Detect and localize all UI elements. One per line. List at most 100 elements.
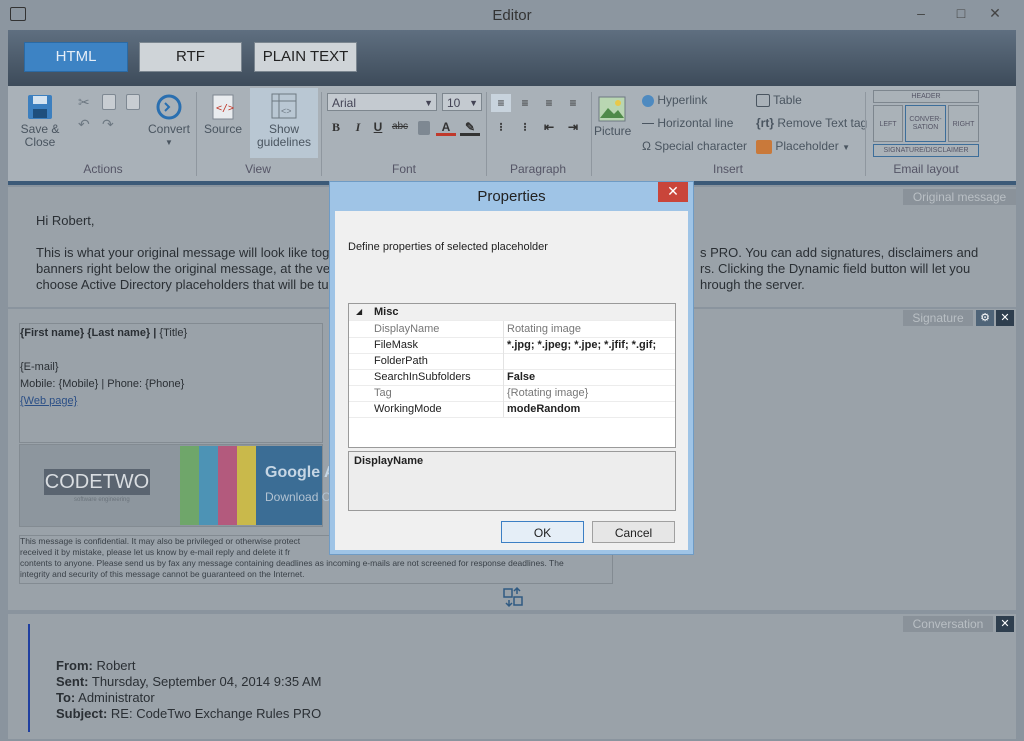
property-row-filemask[interactable]: FileMask *.jpg; *.jpeg; *.jpe; *.jfif; *… [349,337,675,354]
italic-button[interactable]: I [348,118,368,136]
tab-plain-text[interactable]: PLAIN TEXT [254,42,357,72]
subject-label: Subject: [56,706,108,721]
close-window-button[interactable]: ✕ [980,2,1010,26]
ok-button[interactable]: OK [501,521,584,543]
highlight-button[interactable]: ✎ [460,118,480,136]
undo-icon[interactable]: ↶ [78,116,90,133]
special-character-button[interactable]: Ω Special character [642,139,747,153]
tab-html[interactable]: HTML [24,42,128,72]
property-value[interactable]: False [507,369,677,385]
underline-button[interactable]: U [368,118,388,136]
property-row-displayname[interactable]: DisplayName Rotating image [349,321,675,338]
property-value[interactable]: Rotating image [507,321,677,337]
paste-icon[interactable] [126,94,140,110]
globe-icon [642,94,654,107]
banner-promo-subtitle: Download C [265,490,331,504]
banner-stripe-pink [218,446,237,525]
copy-icon[interactable] [102,94,116,110]
tab-rtf[interactable]: RTF [139,42,242,72]
property-name: DisplayName [374,323,440,335]
align-left-icon[interactable]: ≡ [491,94,511,112]
original-message-tag: Original message [903,189,1016,205]
redo-icon[interactable]: ↷ [102,116,114,133]
dialog-close-button[interactable]: ✕ [658,182,688,202]
minimize-button[interactable]: – [906,2,936,26]
to-label: To: [56,690,76,705]
group-label-font: Font [391,162,416,176]
group-label-email-layout: Email layout [893,162,959,176]
numbered-list-icon[interactable]: ⁝ [515,118,535,136]
signature-settings-icon[interactable]: ⚙ [976,310,994,326]
layout-header-button[interactable]: HEADER [873,90,979,103]
signature-text-block[interactable]: {First name} {Last name} | {Title} {E-ma… [19,323,323,443]
conversation-from: From: Robert [56,658,135,674]
convert-dropdown-icon[interactable]: ▼ [144,136,194,149]
property-help-title: DisplayName [354,455,424,467]
indent-icon[interactable]: ⇥ [563,118,583,136]
layout-conversation-button[interactable]: CONVER- SATION [905,105,946,142]
property-value[interactable]: *.jpg; *.jpeg; *.jpe; *.jfif; *.gif; [507,337,677,353]
body-line-1-left: This is what your original message will … [36,245,330,260]
layout-left-button[interactable]: LEFT [873,105,903,142]
align-right-icon[interactable]: ≡ [539,94,559,112]
source-button[interactable]: </> Source [203,94,243,136]
property-row-tag[interactable]: Tag {Rotating image} [349,385,675,402]
font-family-select[interactable]: Arial ▼ [327,93,437,111]
property-divider [503,369,504,385]
banner-stripe-yellow [237,446,256,525]
justify-icon[interactable]: ≡ [563,94,583,112]
signature-web-link[interactable]: {Web page} [20,393,77,410]
dialog-description: Define properties of selected placeholde… [348,241,548,253]
property-grid[interactable]: ◢ Misc DisplayName Rotating image FileMa… [348,303,676,448]
placeholder-button[interactable]: Placeholder ▼ [756,139,850,154]
picture-button[interactable]: Picture [594,96,631,138]
hyperlink-button[interactable]: Hyperlink [642,93,707,107]
remove-text-tag-button[interactable]: {rt} Remove Text tag [756,116,867,130]
group-label-view: View [245,162,271,176]
property-category-misc[interactable]: ◢ Misc [349,304,675,321]
conversation-remove-icon[interactable]: ✕ [996,616,1014,632]
ribbon-divider [865,92,866,176]
property-row-searchinsubfolders[interactable]: SearchInSubfolders False [349,369,675,386]
swap-position-icon[interactable] [502,586,524,608]
horizontal-line-button[interactable]: Horizontal line [642,116,733,130]
format-painter-icon[interactable] [414,118,434,136]
property-row-folderpath[interactable]: FolderPath [349,353,675,370]
font-color-button[interactable]: A [436,118,456,136]
convert-button[interactable]: Convert ▼ [144,94,194,149]
layout-signature-button[interactable]: SIGNATURE/DISCLAIMER [873,144,979,157]
property-value[interactable]: {Rotating image} [507,385,677,401]
bold-button[interactable]: B [326,118,346,136]
cancel-button[interactable]: Cancel [592,521,675,543]
maximize-button[interactable]: □ [946,2,976,26]
show-guidelines-button[interactable]: <> Show guidelines [250,88,318,158]
signature-banner[interactable]: CODETWO software engineering Google A Do… [19,444,336,527]
property-value[interactable]: modeRandom [507,401,677,417]
signature-title-field: {Title} [156,327,188,339]
property-category-label: Misc [374,306,399,318]
cut-icon[interactable]: ✂ [78,94,90,111]
signature-remove-icon[interactable]: ✕ [996,310,1014,326]
ribbon-divider [591,92,592,176]
layout-right-button[interactable]: RIGHT [948,105,979,142]
save-close-button[interactable]: Save & Close [18,94,62,149]
align-center-icon[interactable]: ≡ [515,94,535,112]
table-button[interactable]: Table [756,93,802,108]
font-size-select[interactable]: 10 ▼ [442,93,482,111]
outdent-icon[interactable]: ⇤ [539,118,559,136]
collapse-icon[interactable]: ◢ [356,304,362,320]
dialog-title: Properties [477,188,546,205]
conversation-pane[interactable]: Conversation ✕ From: Robert Sent: Thursd… [8,614,1016,739]
bullet-list-icon[interactable]: ⁝ [491,118,511,136]
codetwo-logo: CODETWO [44,469,150,495]
property-name: WorkingMode [374,403,442,415]
body-line-3-right: hrough the server. [700,277,805,292]
strikethrough-button[interactable]: abc [390,118,410,136]
source-label: Source [203,122,243,136]
dialog-body: Define properties of selected placeholde… [335,211,688,550]
convert-icon [156,94,182,120]
property-row-workingmode[interactable]: WorkingMode modeRandom [349,401,675,418]
subject-value: RE: CodeTwo Exchange Rules PRO [107,706,322,721]
body-line-2-left: banners right below the original message… [36,261,331,276]
svg-text:</>: </> [216,103,234,114]
